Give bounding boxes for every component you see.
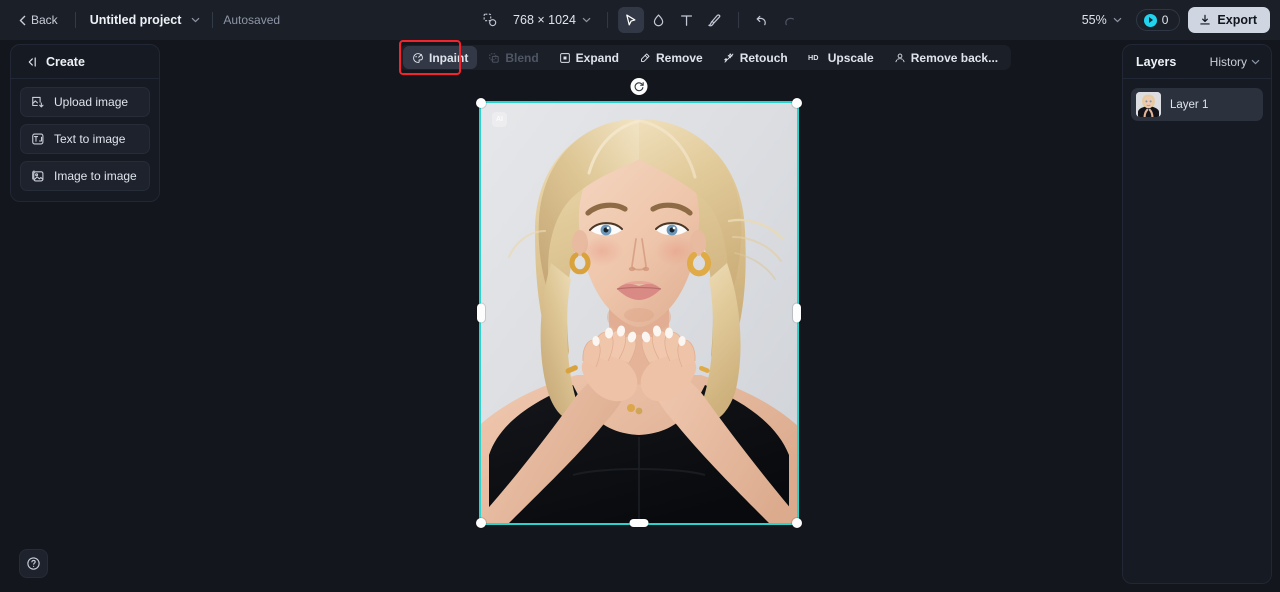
remove-button[interactable]: Remove — [630, 46, 712, 69]
layers-list: Layer 1 — [1123, 79, 1271, 130]
history-label: History — [1209, 54, 1247, 69]
blend-icon — [488, 52, 500, 64]
credits-count: 0 — [1161, 13, 1169, 27]
chevron-down-icon[interactable] — [187, 17, 204, 23]
inpaint-button[interactable]: Inpaint — [403, 46, 478, 69]
top-bar-tools: 768 × 1024 — [477, 0, 803, 40]
layer-thumbnail — [1136, 92, 1161, 117]
layer-name: Layer 1 — [1170, 98, 1209, 111]
history-toggle[interactable]: History — [1210, 55, 1260, 69]
chevron-left-icon — [19, 15, 26, 26]
resize-handle-right[interactable] — [793, 303, 801, 323]
image-to-image-label: Image to image — [54, 169, 137, 183]
frame-icon[interactable] — [477, 7, 503, 33]
remove-label: Remove — [656, 50, 703, 65]
export-label: Export — [1217, 13, 1257, 27]
top-bar-right: 55% 0 Export — [1074, 0, 1270, 40]
create-panel-header: Create — [11, 45, 159, 79]
remove-background-button[interactable]: Remove back... — [885, 46, 1007, 69]
blend-label: Blend — [505, 50, 539, 65]
export-button[interactable]: Export — [1188, 7, 1270, 33]
selection-frame[interactable]: AI — [476, 78, 802, 528]
brush-tool-button[interactable] — [702, 7, 728, 33]
divider — [737, 12, 739, 28]
svg-text:HD: HD — [808, 53, 818, 62]
retouch-label: Retouch — [739, 50, 788, 65]
upload-image-icon — [31, 95, 45, 109]
select-tool-button[interactable] — [617, 7, 644, 33]
divider — [212, 12, 214, 28]
project-name[interactable]: Untitled project — [84, 8, 188, 32]
text-to-image-icon — [31, 132, 45, 146]
retouch-icon — [723, 52, 735, 64]
layers-panel-header: Layers History — [1123, 45, 1271, 79]
layer-item[interactable]: Layer 1 — [1131, 88, 1263, 121]
chevron-down-icon — [1251, 59, 1260, 65]
canvas-area[interactable]: AI — [0, 40, 1280, 592]
remove-icon — [639, 52, 651, 64]
credits-badge[interactable]: 0 — [1135, 9, 1181, 31]
rotate-handle[interactable] — [630, 78, 648, 95]
divider — [606, 12, 608, 28]
resize-handle-top-right[interactable] — [792, 98, 802, 108]
download-icon — [1199, 14, 1211, 26]
autosaved-status: Autosaved — [223, 13, 281, 27]
create-panel: Create Upload image Text to image Image … — [10, 44, 160, 202]
upload-image-label: Upload image — [54, 95, 129, 109]
text-tool-button[interactable] — [674, 7, 700, 33]
help-button[interactable] — [19, 549, 48, 578]
hd-upscale-icon: HD — [808, 52, 823, 63]
create-panel-title: Create — [46, 54, 85, 69]
image-to-image-icon — [31, 169, 45, 183]
resize-handle-bottom[interactable] — [629, 519, 649, 527]
expand-icon — [559, 52, 571, 64]
zoom-value: 55% — [1081, 13, 1107, 27]
blend-button[interactable]: Blend — [479, 46, 547, 69]
chevron-down-icon — [1113, 17, 1122, 23]
remove-background-icon — [894, 52, 906, 64]
expand-button[interactable]: Expand — [550, 46, 628, 69]
ai-tools-toolbar: Inpaint Blend Expand Remove Retouch HD U… — [399, 45, 1012, 70]
back-button[interactable]: Back — [10, 8, 67, 32]
upscale-button[interactable]: HD Upscale — [799, 46, 883, 69]
undo-button[interactable] — [749, 7, 775, 33]
resize-handle-bottom-left[interactable] — [476, 518, 486, 528]
chevron-down-icon — [582, 17, 591, 23]
resize-handle-bottom-right[interactable] — [792, 518, 802, 528]
image-to-image-button[interactable]: Image to image — [20, 161, 150, 191]
layers-panel: Layers History Layer 1 — [1122, 44, 1272, 584]
layer-image[interactable]: AI — [479, 101, 799, 525]
app-root: Back Untitled project Autosaved 768 × 10… — [0, 0, 1280, 592]
expand-label: Expand — [575, 50, 620, 65]
ai-badge: AI — [492, 112, 507, 127]
zoom-selector[interactable]: 55% — [1074, 9, 1128, 31]
canvas-size-selector[interactable]: 768 × 1024 — [505, 9, 597, 31]
inpaint-label: Inpaint — [429, 50, 469, 65]
top-bar: Back Untitled project Autosaved 768 × 10… — [0, 0, 1280, 40]
help-circle-icon — [26, 556, 41, 571]
layers-title: Layers — [1136, 54, 1177, 69]
remove-background-label: Remove back... — [910, 50, 999, 65]
create-panel-body: Upload image Text to image Image to imag… — [11, 79, 159, 201]
resize-handle-top-left[interactable] — [476, 98, 486, 108]
resize-handle-left[interactable] — [477, 303, 485, 323]
portrait-illustration — [481, 103, 797, 523]
retouch-button[interactable]: Retouch — [714, 46, 797, 69]
collapse-panel-icon[interactable] — [24, 55, 38, 69]
upscale-label: Upscale — [827, 50, 874, 65]
canvas-size-value: 768 × 1024 — [513, 13, 576, 27]
upload-image-button[interactable]: Upload image — [20, 87, 150, 117]
credit-coin-icon — [1143, 13, 1157, 27]
inpaint-icon — [412, 52, 424, 64]
text-to-image-button[interactable]: Text to image — [20, 124, 150, 154]
divider — [74, 12, 76, 28]
top-bar-left: Back Untitled project Autosaved — [10, 8, 280, 32]
redo-button[interactable] — [777, 7, 803, 33]
back-label: Back — [31, 13, 58, 27]
text-to-image-label: Text to image — [54, 132, 126, 146]
hand-tool-button[interactable] — [646, 7, 672, 33]
